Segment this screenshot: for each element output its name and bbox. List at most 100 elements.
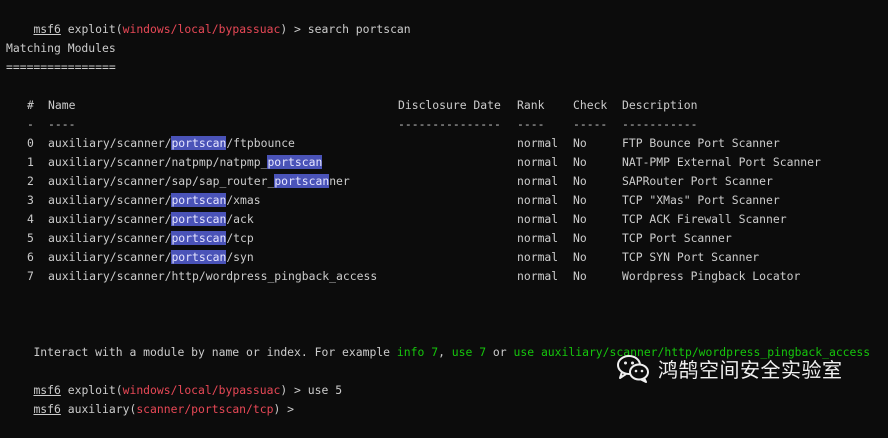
table-row: 7 auxiliary/scanner/http/wordpress_pingb… <box>0 267 888 286</box>
row-description: TCP Port Scanner <box>622 231 732 245</box>
row-module-name: auxiliary/scanner/portscan/syn <box>48 248 254 267</box>
table-header: # Name Disclosure Date Rank Check Descri… <box>0 96 888 115</box>
table-row: 5 auxiliary/scanner/portscan/tcp normal … <box>0 229 888 248</box>
row-check: No <box>573 231 587 245</box>
row-num: 2 <box>27 174 34 188</box>
row-num: 6 <box>27 250 34 264</box>
row-num: 1 <box>27 155 34 169</box>
module-path: auxiliary/scanner/ <box>48 231 172 245</box>
prompt-prefix: msf6 <box>33 402 61 416</box>
row-rank: normal <box>517 231 559 245</box>
hint-text: Interact with a module by name or index.… <box>33 345 397 359</box>
terminal-window[interactable]: msf6 exploit(windows/local/bypassuac) > … <box>0 0 888 416</box>
hint-command-use-index: use 7 <box>451 345 487 359</box>
row-check: No <box>573 269 587 283</box>
row-description: SAPRouter Port Scanner <box>622 174 773 188</box>
row-description: FTP Bounce Port Scanner <box>622 136 780 150</box>
module-path-suffix: /ack <box>226 212 254 226</box>
module-path: auxiliary/scanner/natpmp/natpmp_ <box>48 155 268 169</box>
table-row: 2 auxiliary/scanner/sap/sap_router_ports… <box>0 172 888 191</box>
hint-command-info: info 7 <box>396 345 439 359</box>
section-title: Matching Modules <box>6 41 116 55</box>
module-path: auxiliary/scanner/ <box>48 136 172 150</box>
divider-rank: ---- <box>517 117 545 131</box>
module-path: auxiliary/scanner/ <box>48 193 172 207</box>
module-path-suffix: /ftpbounce <box>226 136 295 150</box>
prompt-module: windows/local/bypassuac <box>122 22 281 36</box>
divider-date: --------------- <box>398 117 501 131</box>
prompt-prefix: msf6 <box>33 22 61 36</box>
row-module-name: auxiliary/scanner/portscan/tcp <box>48 229 254 248</box>
table-row: 0 auxiliary/scanner/portscan/ftpbounce n… <box>0 134 888 153</box>
wechat-icon <box>616 353 650 383</box>
table-divider: - ---- --------------- ---- ----- ------… <box>0 115 888 134</box>
prompt-line-search: msf6 exploit(windows/local/bypassuac) > … <box>6 1 410 36</box>
row-rank: normal <box>517 174 559 188</box>
module-path: auxiliary/scanner/http/wordpress_pingbac… <box>48 269 378 283</box>
prompt-context-close: ) > <box>273 402 301 416</box>
table-row: 4 auxiliary/scanner/portscan/ack normal … <box>0 210 888 229</box>
row-module-name: auxiliary/scanner/sap/sap_router_portsca… <box>48 172 350 191</box>
search-match-highlight: portscan <box>267 155 323 169</box>
section-rule: ================ <box>6 60 116 74</box>
module-path-suffix: /xmas <box>226 193 261 207</box>
row-num: 0 <box>27 136 34 150</box>
search-match-highlight: portscan <box>171 193 227 207</box>
row-check: No <box>573 174 587 188</box>
search-match-highlight: portscan <box>171 212 227 226</box>
row-rank: normal <box>517 136 559 150</box>
search-match-highlight: portscan <box>171 136 227 150</box>
interact-hint: Interact with a module by name or index.… <box>6 324 870 359</box>
row-check: No <box>573 136 587 150</box>
watermark: 鸿鹄空间安全实验室 <box>616 348 843 388</box>
divider-name: ---- <box>48 117 76 131</box>
hint-or: or <box>486 345 514 359</box>
search-match-highlight: portscan <box>171 231 227 245</box>
prompt-command: search portscan <box>307 22 411 36</box>
row-check: No <box>573 250 587 264</box>
row-rank: normal <box>517 155 559 169</box>
row-module-name: auxiliary/scanner/portscan/xmas <box>48 191 261 210</box>
divider-num: - <box>27 117 34 131</box>
row-module-name: auxiliary/scanner/portscan/ack <box>48 210 254 229</box>
prompt-line-current[interactable]: msf6 auxiliary(scanner/portscan/tcp) > <box>6 381 301 416</box>
header-rank: Rank <box>517 98 545 112</box>
row-rank: normal <box>517 250 559 264</box>
module-path: auxiliary/scanner/ <box>48 250 172 264</box>
row-module-name: auxiliary/scanner/http/wordpress_pingbac… <box>48 267 377 286</box>
table-row: 3 auxiliary/scanner/portscan/xmas normal… <box>0 191 888 210</box>
row-rank: normal <box>517 193 559 207</box>
module-path: auxiliary/scanner/ <box>48 212 172 226</box>
header-check: Check <box>573 98 608 112</box>
row-check: No <box>573 212 587 226</box>
row-check: No <box>573 155 587 169</box>
module-path-suffix: ner <box>329 174 350 188</box>
table-row: 1 auxiliary/scanner/natpmp/natpmp_portsc… <box>0 153 888 172</box>
row-description: TCP ACK Firewall Scanner <box>622 212 787 226</box>
search-match-highlight: portscan <box>171 250 227 264</box>
module-path-suffix: /tcp <box>226 231 254 245</box>
watermark-text: 鸿鹄空间安全实验室 <box>658 357 843 382</box>
row-description: TCP "XMas" Port Scanner <box>622 193 780 207</box>
prompt-context-close: ) > <box>280 22 308 36</box>
row-description: TCP SYN Port Scanner <box>622 250 760 264</box>
prompt-context-open: exploit( <box>60 22 123 36</box>
row-rank: normal <box>517 269 559 283</box>
row-num: 7 <box>27 269 34 283</box>
row-num: 4 <box>27 212 34 226</box>
search-match-highlight: portscan <box>274 174 330 188</box>
hint-separator: , <box>438 345 452 359</box>
row-num: 3 <box>27 193 34 207</box>
table-row: 6 auxiliary/scanner/portscan/syn normal … <box>0 248 888 267</box>
divider-description: ----------- <box>622 117 698 131</box>
row-description: Wordpress Pingback Locator <box>622 269 801 283</box>
prompt-line-use: msf6 exploit(windows/local/bypassuac) > … <box>6 362 342 397</box>
module-path-suffix: /syn <box>226 250 254 264</box>
header-name: Name <box>48 98 76 112</box>
prompt-module: scanner/portscan/tcp <box>136 402 274 416</box>
row-module-name: auxiliary/scanner/natpmp/natpmp_portscan <box>48 153 323 172</box>
prompt-command: use 5 <box>307 383 343 397</box>
divider-check: ----- <box>573 117 608 131</box>
row-rank: normal <box>517 212 559 226</box>
prompt-context-open: auxiliary( <box>60 402 137 416</box>
